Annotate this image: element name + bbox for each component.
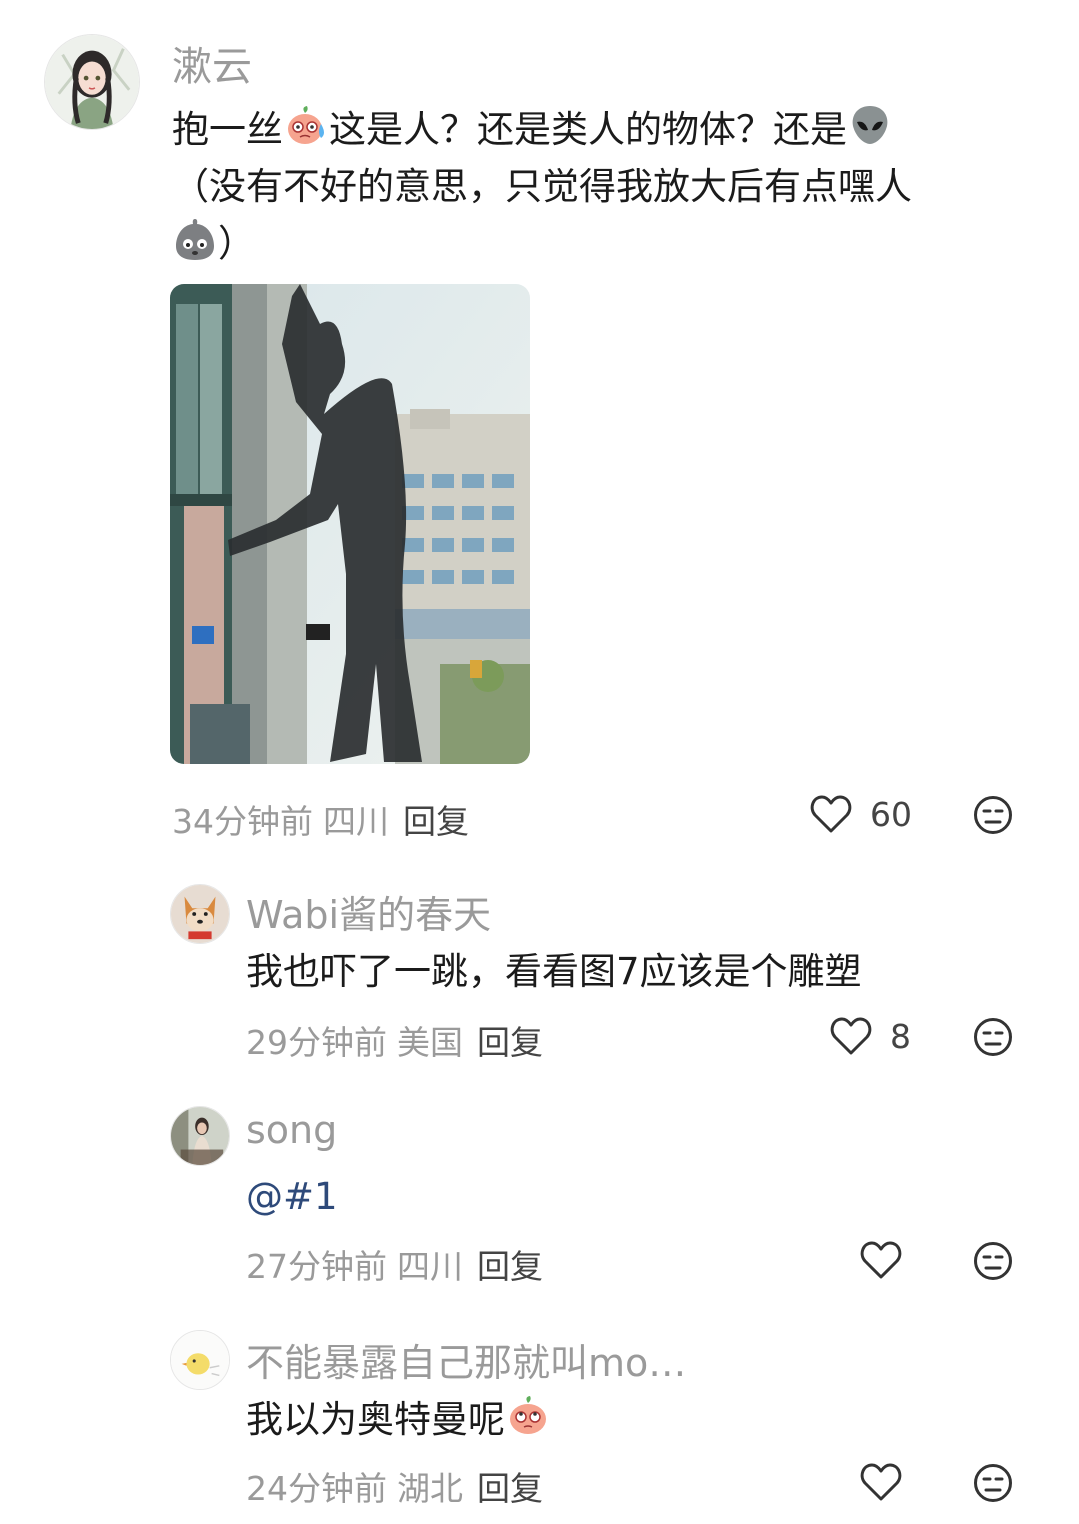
comment-meta: 29分钟前 美国 回复	[246, 1016, 543, 1064]
reply-button[interactable]: 回复	[477, 1023, 543, 1062]
comment-text-part: 这是人？还是类人的物体？还是	[329, 108, 847, 151]
unamused-face-icon[interactable]	[973, 795, 1013, 835]
reply-button[interactable]: 回复	[477, 1247, 543, 1286]
comment-time: 29分钟前	[246, 1023, 387, 1062]
avatar[interactable]	[170, 1330, 230, 1390]
avatar-woman-photo	[171, 1107, 229, 1165]
avatar[interactable]	[44, 34, 140, 130]
comment-meta: 34分钟前 四川 回复	[172, 795, 469, 843]
comment-location: 四川	[397, 1247, 463, 1286]
heart-outline-icon	[810, 794, 852, 834]
avatar[interactable]	[170, 884, 230, 944]
avatar[interactable]	[170, 1106, 230, 1166]
reply-button[interactable]: 回复	[477, 1469, 543, 1508]
heart-outline-icon	[860, 1240, 902, 1280]
unamused-face-icon[interactable]	[973, 1017, 1013, 1057]
username[interactable]: 漱云	[172, 34, 252, 92]
like-count: 60	[870, 794, 912, 834]
comment-location: 美国	[397, 1023, 463, 1062]
gray-blob-emoji	[172, 216, 218, 262]
username[interactable]: 不能暴露自己那就叫mo…	[246, 1332, 686, 1387]
peach-sweat-emoji	[283, 102, 329, 148]
like-count: 8	[890, 1016, 911, 1056]
avatar-yellow-chick	[171, 1331, 229, 1389]
comment-location: 四川	[323, 802, 389, 841]
username[interactable]: song	[246, 1108, 337, 1152]
reply-button[interactable]: 回复	[403, 802, 469, 841]
like-button[interactable]: 60	[810, 794, 912, 834]
comment-text-part: 抱一丝	[172, 108, 283, 151]
comment-time: 27分钟前	[246, 1247, 387, 1286]
unamused-face-icon[interactable]	[973, 1463, 1013, 1503]
comment-time: 24分钟前	[246, 1469, 387, 1508]
comment-text-part: ）	[218, 222, 255, 265]
comment-time: 34分钟前	[172, 802, 313, 841]
like-button[interactable]: 8	[830, 1016, 911, 1056]
heart-outline-icon	[860, 1462, 902, 1502]
username[interactable]: Wabi酱的春天	[246, 884, 491, 939]
avatar-girl-illustration	[45, 35, 139, 129]
statue-photo-illustration	[170, 284, 530, 764]
comment-meta: 27分钟前 四川 回复	[246, 1240, 543, 1288]
comment-text: 我也吓了一跳，看看图7应该是个雕塑	[246, 950, 862, 993]
mention-link[interactable]: @#1	[246, 1168, 338, 1225]
alien-emoji	[847, 102, 893, 148]
like-button[interactable]	[860, 1240, 902, 1280]
comment-location: 湖北	[397, 1469, 463, 1508]
peach-eyes-up-emoji	[505, 1392, 551, 1438]
unamused-face-icon[interactable]	[973, 1241, 1013, 1281]
comment-photo[interactable]	[170, 284, 530, 764]
comment-meta: 24分钟前 湖北 回复	[246, 1462, 543, 1510]
comment-text: 抱一丝 这是人？还是类人的物体？还是 （没有不好的意思，只觉得我放大后有点嘿人 ）	[172, 101, 1032, 272]
like-button[interactable]	[860, 1462, 902, 1502]
heart-outline-icon	[830, 1016, 872, 1056]
comment-text-part: 我以为奥特曼呢	[246, 1398, 505, 1441]
avatar-shiba-dog	[171, 885, 229, 943]
comment-text-part: （没有不好的意思，只觉得我放大后有点嘿人	[172, 165, 912, 208]
comment-text: 我以为奥特曼呢	[246, 1391, 551, 1448]
